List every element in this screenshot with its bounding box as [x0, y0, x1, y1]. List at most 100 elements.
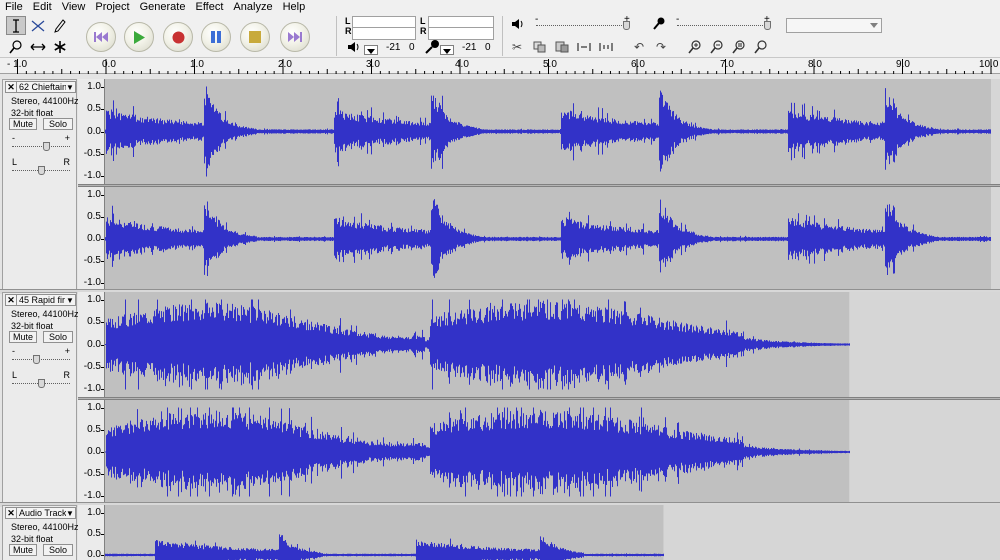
dropdown-arrow-icon — [367, 49, 375, 54]
input-volume-slider[interactable] — [677, 25, 771, 26]
envelope-tool[interactable] — [28, 16, 48, 35]
gain-slider[interactable]: - + — [12, 346, 70, 365]
menu-view[interactable]: View — [57, 0, 91, 14]
solo-button[interactable]: Solo — [43, 118, 73, 130]
close-track-icon[interactable]: ✕ — [6, 81, 17, 93]
skip-end-button[interactable] — [280, 22, 310, 52]
scale-tick — [101, 87, 104, 88]
waveform-channel-right[interactable] — [105, 187, 1000, 291]
toolbar: L R L R -21 0 -21 0 - + - + ✂ ↶ ↷ — [0, 14, 1000, 58]
scale-tick — [101, 322, 104, 324]
waveform-channel-left[interactable] — [105, 79, 1000, 184]
menu-analyze[interactable]: Analyze — [228, 0, 277, 14]
ruler-label: 3.0 — [366, 59, 380, 70]
pan-slider[interactable]: L R — [12, 157, 70, 176]
selection-tool[interactable] — [6, 16, 26, 35]
ruler-label: 9.0 — [896, 59, 910, 70]
pause-button[interactable] — [201, 22, 231, 52]
stop-button[interactable] — [240, 22, 270, 52]
gain-slider[interactable]: - + — [12, 133, 70, 152]
multi-tool[interactable] — [50, 37, 70, 56]
draw-tool[interactable] — [50, 16, 70, 35]
menu-edit[interactable]: Edit — [28, 0, 57, 14]
track-format: Stereo, 44100Hz — [11, 522, 79, 532]
waveform-channel-right[interactable] — [105, 400, 1000, 504]
close-track-icon[interactable]: ✕ — [6, 294, 17, 306]
pan-slider[interactable]: L R — [12, 370, 70, 389]
mute-button[interactable]: Mute — [9, 544, 37, 556]
copy-icon — [533, 41, 546, 53]
mute-button[interactable]: Mute — [9, 331, 37, 343]
solo-button[interactable]: Solo — [43, 331, 73, 343]
input-source-select[interactable] — [786, 18, 882, 33]
envelope-icon — [31, 20, 45, 31]
record-button[interactable] — [163, 22, 193, 52]
solo-button[interactable]: Solo — [43, 544, 73, 556]
menu-help[interactable]: Help — [278, 0, 311, 14]
scale-label: 0.5 — [87, 103, 101, 115]
menu-generate[interactable]: Generate — [135, 0, 191, 14]
redo-button[interactable]: ↷ — [652, 39, 670, 55]
zoom-out-button[interactable] — [708, 39, 726, 55]
undo-button[interactable]: ↶ — [630, 39, 648, 55]
pencil-icon — [54, 18, 66, 33]
track-name-menu[interactable]: ✕ 62 Chieftain ▼ — [5, 81, 76, 93]
zoom-tool[interactable] — [6, 37, 26, 56]
rec-meter-dropdown[interactable] — [440, 45, 454, 55]
empty-track-area — [663, 505, 1000, 560]
ibeam-icon — [13, 18, 19, 33]
output-volume-thumb[interactable] — [623, 21, 630, 30]
menu-file[interactable]: File — [0, 0, 28, 14]
rec-meter-left-label: L — [420, 16, 426, 26]
rec-meter-right-label: R — [420, 26, 427, 36]
skip-start-button[interactable] — [86, 22, 116, 52]
scale-label: -0.5 — [83, 360, 101, 372]
waveform-channel-left[interactable] — [105, 292, 1000, 397]
rec-meter-db-label: -21 — [462, 42, 477, 53]
gain-slider-track — [12, 359, 70, 360]
cut-button[interactable]: ✂ — [508, 39, 526, 55]
gain-slider-thumb[interactable] — [33, 355, 41, 364]
close-track-icon[interactable]: ✕ — [6, 507, 17, 519]
fit-selection-button[interactable] — [730, 39, 748, 55]
toolbar-separator — [502, 16, 503, 56]
pan-slider-thumb[interactable] — [37, 379, 45, 388]
scale-label: 1.0 — [87, 507, 101, 518]
trim-button[interactable] — [575, 39, 593, 55]
menu-project[interactable]: Project — [90, 0, 134, 14]
scale-tick — [101, 239, 104, 240]
scale-label: 1.0 — [87, 294, 101, 305]
timeline-ruler[interactable]: - 1.0 0.0 1.0 2.0 3.0 4.0 5.0 6.0 7.0 8.… — [0, 58, 1000, 74]
waveform-channel-left[interactable] — [105, 505, 1000, 560]
empty-track-area — [849, 400, 1000, 504]
paste-button[interactable] — [553, 39, 571, 55]
silence-button[interactable] — [597, 39, 615, 55]
fit-project-button[interactable] — [752, 39, 770, 55]
menu-effect[interactable]: Effect — [190, 0, 228, 14]
microphone-icon — [424, 39, 440, 58]
track-control-panel: ✕ Audio Track ▼ Stereo, 44100Hz 32-bit f… — [2, 505, 79, 560]
zoom-fit-project-icon — [754, 40, 767, 54]
track-name-menu[interactable]: ✕ Audio Track ▼ — [5, 507, 76, 519]
pan-slider-thumb[interactable] — [37, 166, 45, 175]
scale-tick — [101, 261, 104, 262]
track-name-menu[interactable]: ✕ 45 Rapid fir ▼ — [5, 294, 76, 306]
zoom-in-button[interactable] — [686, 39, 704, 55]
timeshift-tool[interactable] — [28, 37, 48, 56]
track-bit-depth: 32-bit float — [11, 108, 54, 118]
ruler-label: - 1.0 — [7, 59, 28, 70]
gain-slider-thumb[interactable] — [42, 142, 50, 151]
copy-button[interactable] — [531, 39, 549, 55]
play-meter-dropdown[interactable] — [364, 45, 378, 55]
zoom-out-icon — [710, 40, 723, 54]
play-meter-right[interactable] — [352, 27, 416, 40]
scale-label: -0.5 — [83, 468, 101, 479]
empty-track-area — [991, 187, 1000, 291]
rec-meter-zero-label: 0 — [485, 42, 491, 53]
play-button[interactable] — [124, 22, 154, 52]
mute-button[interactable]: Mute — [9, 118, 37, 130]
redo-icon: ↷ — [655, 40, 667, 54]
output-volume-slider[interactable] — [536, 25, 630, 26]
input-volume-thumb[interactable] — [764, 21, 771, 30]
output-volume-icon — [512, 19, 524, 32]
